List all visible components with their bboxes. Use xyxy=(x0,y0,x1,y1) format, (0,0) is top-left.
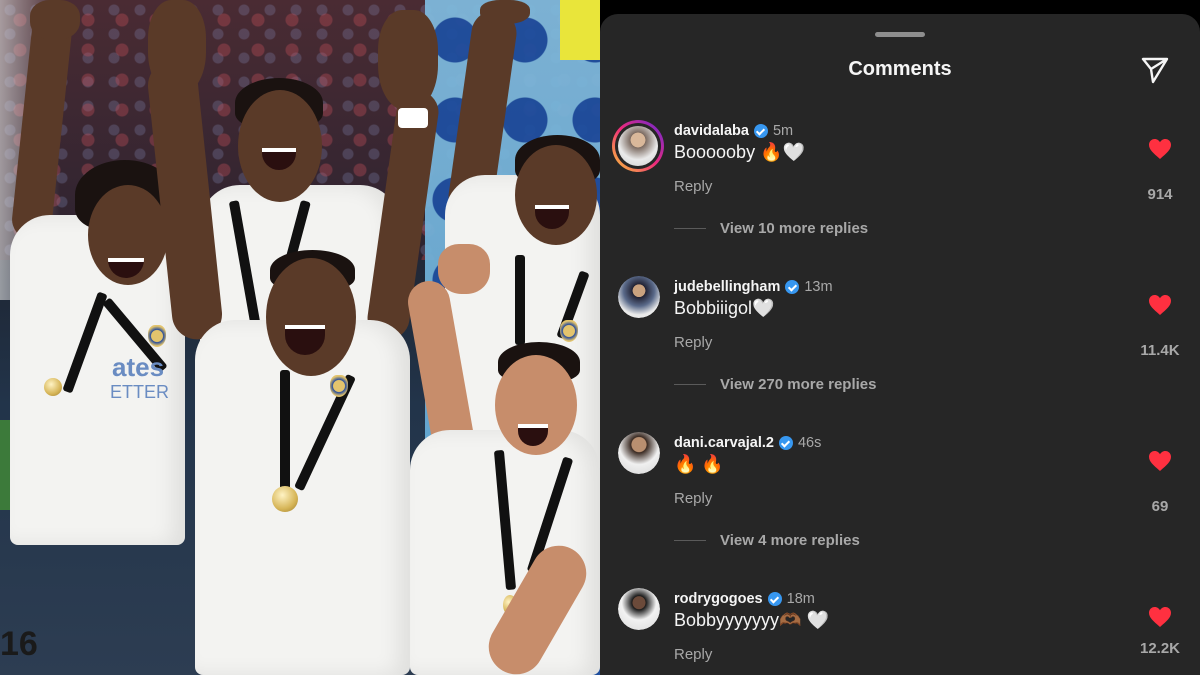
comment-time: 18m xyxy=(786,591,815,607)
reply-button[interactable]: Reply xyxy=(674,178,712,195)
reply-button[interactable]: Reply xyxy=(674,490,712,507)
like-count: 69 xyxy=(1151,498,1169,515)
like-count: 914 xyxy=(1147,186,1173,203)
jersey-sponsor-text-2: ETTER xyxy=(110,382,170,402)
comment-username[interactable]: dani.carvajal.2 xyxy=(674,435,774,451)
reply-button[interactable]: Reply xyxy=(674,646,712,663)
paper-plane-icon[interactable] xyxy=(1140,54,1170,84)
comment-text: 🔥 🔥 xyxy=(674,454,724,474)
view-more-replies-label: View 270 more replies xyxy=(720,376,877,393)
post-photo: 16 ates ETTER xyxy=(0,0,600,675)
verified-badge-icon xyxy=(785,280,800,294)
comments-sheet: Comments davidalaba 5m Boooooby 🔥🤍 Reply… xyxy=(600,0,1200,675)
comment-text: Bobbyyyyyyy🫶🏾 🤍 xyxy=(674,610,829,630)
avatar[interactable] xyxy=(618,588,660,630)
view-more-replies[interactable]: View 10 more replies xyxy=(674,220,868,237)
heart-icon[interactable] xyxy=(1145,138,1175,160)
heart-icon[interactable] xyxy=(1145,294,1175,316)
comment-text: Bobbiiigol🤍 xyxy=(674,298,775,318)
like-count: 12.2K xyxy=(1139,640,1181,657)
comments-title: Comments xyxy=(848,58,952,80)
divider-line xyxy=(674,384,706,385)
sheet-drag-handle[interactable] xyxy=(875,32,925,37)
verified-badge-icon xyxy=(767,592,782,606)
view-more-replies-label: View 4 more replies xyxy=(720,532,860,549)
comment-text: Boooooby 🔥🤍 xyxy=(674,142,805,162)
jersey-number: 16 xyxy=(0,625,38,663)
comment-time: 46s xyxy=(797,435,822,451)
view-more-replies[interactable]: View 4 more replies xyxy=(674,532,860,549)
view-more-replies[interactable]: View 270 more replies xyxy=(674,376,876,393)
avatar[interactable] xyxy=(612,120,664,172)
like-count: 11.4K xyxy=(1140,342,1180,359)
view-more-replies-label: View 10 more replies xyxy=(720,220,869,237)
verified-badge-icon xyxy=(753,124,768,138)
divider-line xyxy=(674,228,706,229)
comment-time: 5m xyxy=(772,123,794,139)
avatar[interactable] xyxy=(618,276,660,318)
heart-icon[interactable] xyxy=(1145,450,1175,472)
comment-username[interactable]: davidalaba xyxy=(674,123,749,139)
comment-item: dani.carvajal.2 46s 🔥 🔥 Reply View 4 mor… xyxy=(600,432,1200,572)
divider-line xyxy=(674,540,706,541)
jersey-sponsor-text: ates xyxy=(112,352,165,382)
comment-username[interactable]: rodrygogoes xyxy=(674,591,763,607)
reply-button[interactable]: Reply xyxy=(674,334,712,351)
comments-panel: Comments davidalaba 5m Boooooby 🔥🤍 Reply… xyxy=(600,14,1200,675)
heart-icon[interactable] xyxy=(1145,606,1175,628)
avatar[interactable] xyxy=(618,432,660,474)
comment-item: davidalaba 5m Boooooby 🔥🤍 Reply View 10 … xyxy=(600,120,1200,260)
comment-item: judebellingham 13m Bobbiiigol🤍 Reply Vie… xyxy=(600,276,1200,416)
comment-username[interactable]: judebellingham xyxy=(674,279,780,295)
yellow-flag xyxy=(560,0,600,60)
comment-time: 13m xyxy=(804,279,833,295)
verified-badge-icon xyxy=(778,436,793,450)
comment-item: rodrygogoes 18m Bobbyyyyyyy🫶🏾 🤍 Reply 12… xyxy=(600,588,1200,675)
